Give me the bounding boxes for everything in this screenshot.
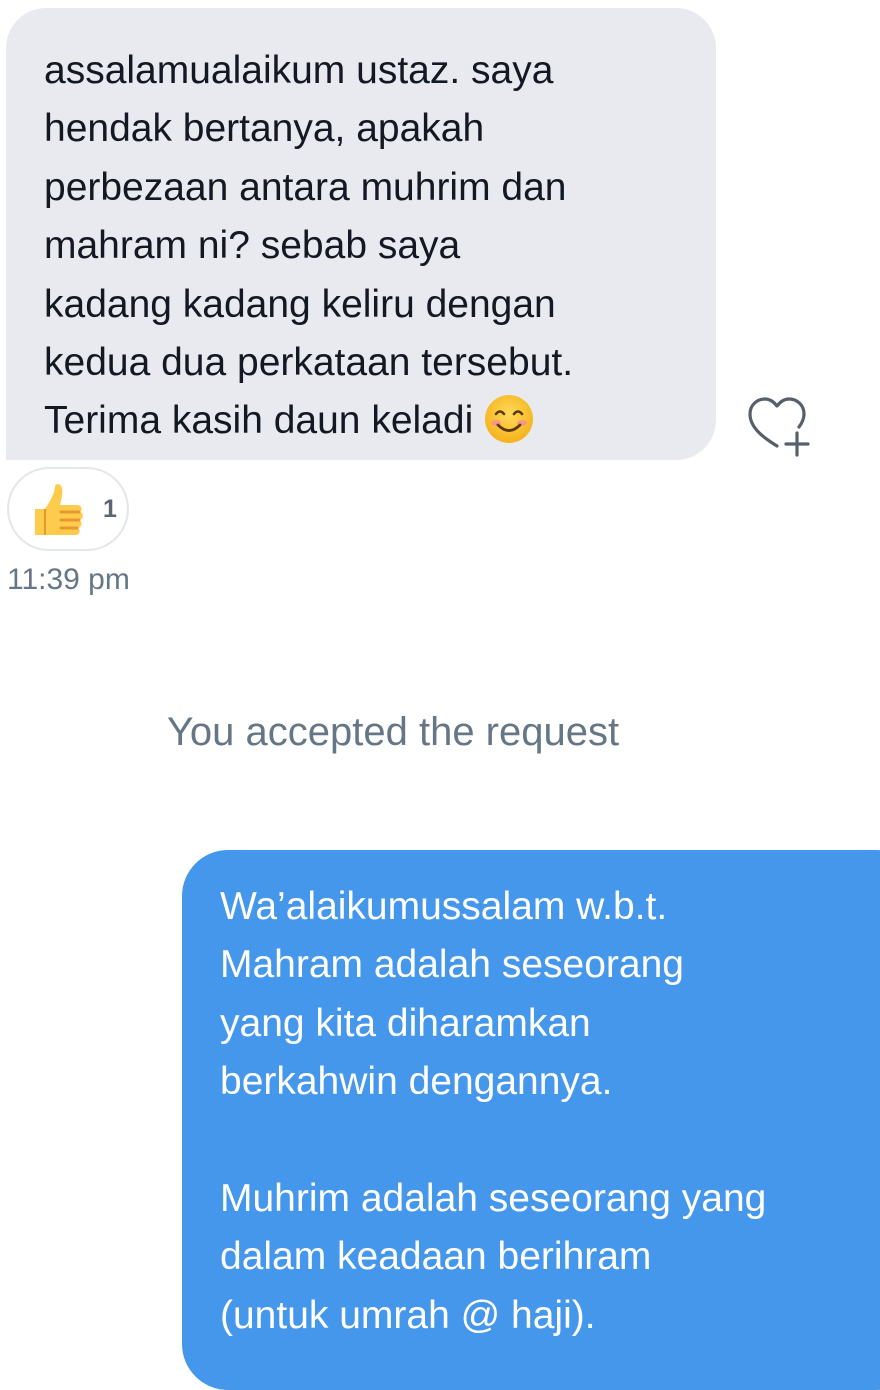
sent-message-bubble[interactable]: Wa’alaikumussalam w.b.t. Mahram adalah s…	[182, 850, 880, 1390]
received-message-text: assalamualaikum ustaz. saya hendak berta…	[44, 42, 716, 451]
reaction-count: 1	[103, 495, 117, 523]
request-accepted-notice: You accepted the request	[166, 710, 620, 754]
thumbs-up-icon	[35, 484, 83, 535]
heart-plus-icon[interactable]	[744, 396, 810, 458]
smiling-face-emoji-icon	[485, 395, 534, 444]
received-message-body: assalamualaikum ustaz. saya hendak berta…	[44, 49, 574, 443]
sent-message-text: Wa’alaikumussalam w.b.t. Mahram adalah s…	[220, 885, 767, 1337]
reaction-badge[interactable]: 1	[7, 467, 129, 551]
message-timestamp: 11:39 pm	[7, 563, 130, 596]
received-message-bubble[interactable]: assalamualaikum ustaz. saya hendak berta…	[6, 8, 716, 460]
